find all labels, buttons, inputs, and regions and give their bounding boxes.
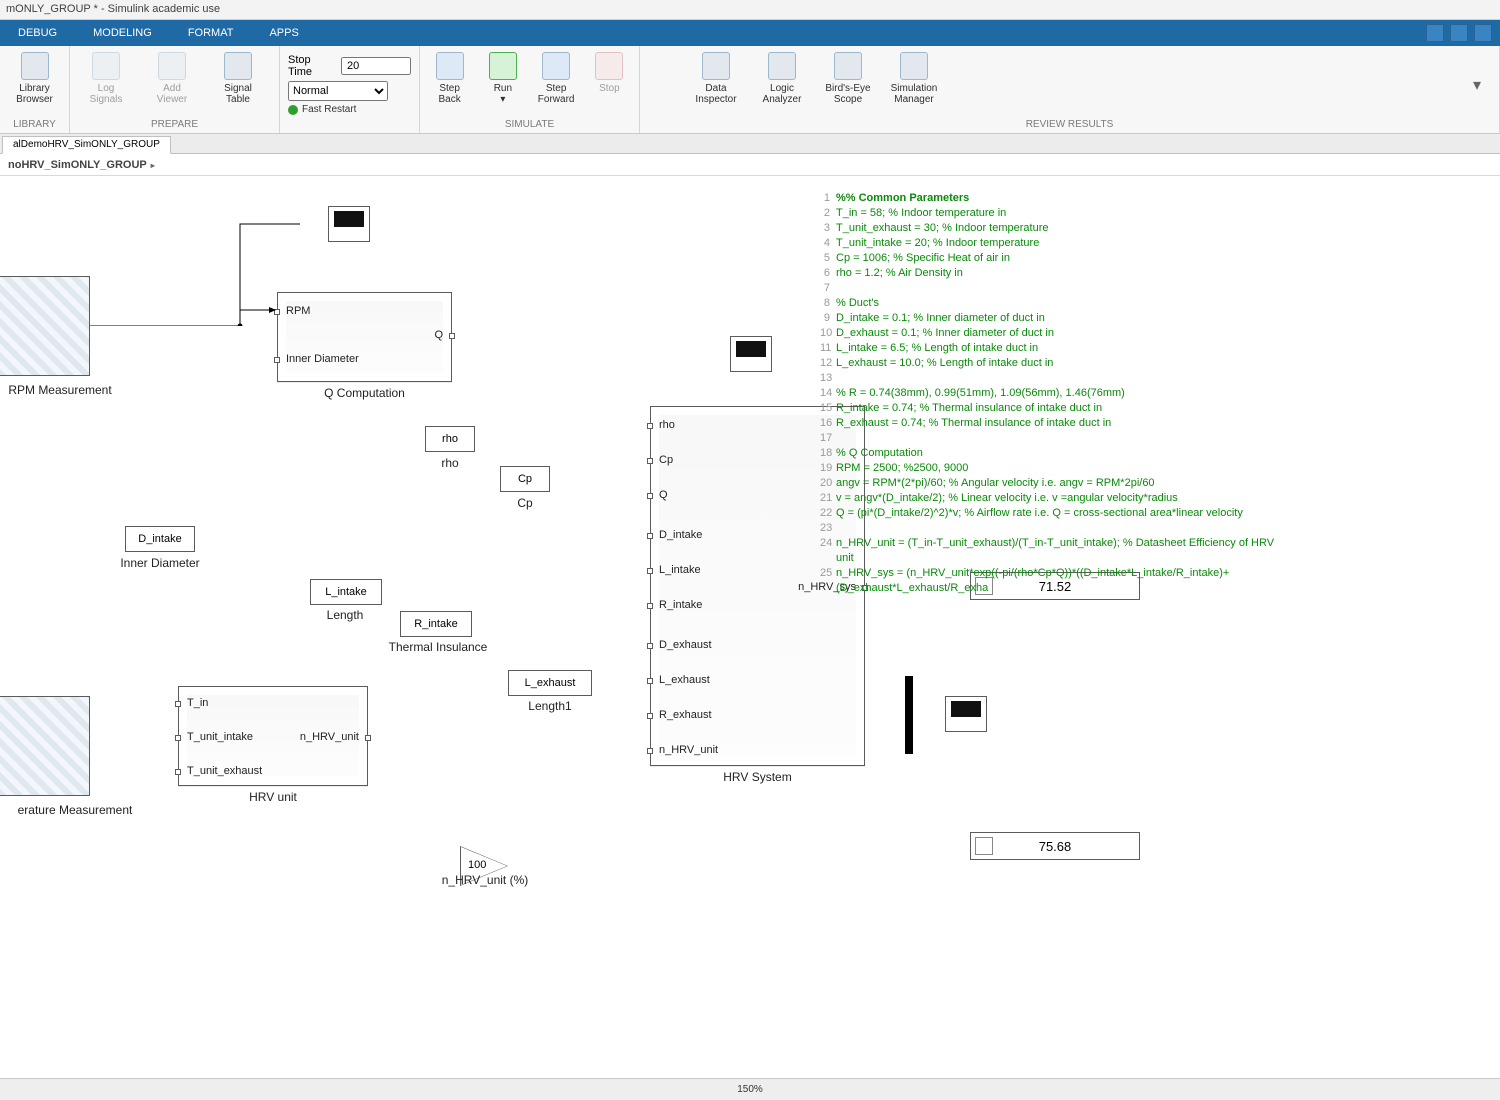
tab-modeling[interactable]: MODELING: [75, 21, 170, 45]
sim-mode-select[interactable]: Normal: [288, 81, 388, 101]
sim-manager-button[interactable]: Simulation Manager: [886, 50, 942, 119]
scope-rpm[interactable]: [328, 206, 370, 242]
add-viewer-button: Add Viewer: [144, 50, 200, 119]
caption-cp: Cp: [500, 496, 550, 510]
block-q-computation[interactable]: RPM Inner Diameter Q: [277, 292, 452, 382]
caption-inner-diameter: Inner Diameter: [105, 556, 215, 570]
fast-restart-toggle[interactable]: Fast Restart: [288, 104, 411, 115]
block-l-intake[interactable]: L_intake: [310, 579, 382, 605]
block-d-intake[interactable]: D_intake: [125, 526, 195, 552]
model-canvas[interactable]: RPM Measurement erature Measurement D_in…: [0, 176, 1500, 1078]
group-label-library: LIBRARY: [8, 119, 61, 131]
logic-analyzer-button[interactable]: Logic Analyzer: [754, 50, 810, 119]
signal-wires: [0, 176, 300, 326]
data-inspector-button[interactable]: Data Inspector: [688, 50, 744, 119]
signal-table-button[interactable]: Signal Table: [210, 50, 266, 119]
run-button[interactable]: Run▾: [481, 50, 524, 119]
caption-thermal-insulance: Thermal Insulance: [378, 640, 498, 654]
caption-hrv-system: HRV System: [650, 770, 865, 784]
library-browser-button[interactable]: LibraryBrowser: [8, 50, 61, 119]
caption-q-computation: Q Computation: [277, 386, 452, 400]
block-hrv-unit[interactable]: T_in T_unit_intake T_unit_exhaust n_HRV_…: [178, 686, 368, 786]
document-tabstrip: alDemoHRV_SimONLY_GROUP: [0, 134, 1500, 154]
document-tab[interactable]: alDemoHRV_SimONLY_GROUP: [2, 136, 171, 154]
temp-sensor-caption: erature Measurement: [0, 803, 155, 817]
stoptime-input[interactable]: [341, 57, 411, 75]
ribbon: LibraryBrowser LIBRARY Log Signals Add V…: [0, 46, 1500, 134]
window-title: mONLY_GROUP * - Simulink academic use: [0, 0, 1500, 20]
menu-bar: DEBUG MODELING FORMAT APPS: [0, 20, 1500, 46]
status-bar: 150%: [0, 1078, 1500, 1100]
step-forward-button[interactable]: Step Forward: [535, 50, 578, 119]
display-n-hrv-unit-pct[interactable]: 75.68: [970, 832, 1140, 860]
block-r-intake[interactable]: R_intake: [400, 611, 472, 637]
birds-eye-button[interactable]: Bird's-Eye Scope: [820, 50, 876, 119]
stoptime-label: Stop Time: [288, 54, 335, 78]
caption-length1: Length1: [508, 699, 592, 713]
undo-icon[interactable]: [1450, 24, 1468, 42]
temp-sensor-image[interactable]: [0, 696, 90, 796]
breadcrumb[interactable]: noHRV_SimONLY_GROUP: [0, 154, 1500, 176]
caption-hrv-unit: HRV unit: [178, 790, 368, 804]
ribbon-expander-icon[interactable]: ▾: [1473, 75, 1491, 95]
zoom-level[interactable]: 150%: [737, 1084, 763, 1095]
code-annotation[interactable]: 1%% Common Parameters2T_in = 58; % Indoo…: [820, 191, 1290, 596]
tab-apps[interactable]: APPS: [251, 21, 316, 45]
block-cp[interactable]: Cp: [500, 466, 550, 492]
group-label-prepare: PREPARE: [78, 119, 271, 131]
rpm-sensor-caption: RPM Measurement: [0, 383, 125, 397]
tab-format[interactable]: FORMAT: [170, 21, 252, 45]
save-icon[interactable]: [1426, 24, 1444, 42]
redo-icon[interactable]: [1474, 24, 1492, 42]
block-l-exhaust[interactable]: L_exhaust: [508, 670, 592, 696]
scope-q[interactable]: [730, 336, 772, 372]
step-back-button[interactable]: Step Back: [428, 50, 471, 119]
caption-rho: rho: [425, 456, 475, 470]
caption-length: Length: [300, 608, 390, 622]
group-label-simulate: SIMULATE: [428, 119, 631, 131]
stop-button: Stop: [588, 50, 631, 119]
block-mux[interactable]: [905, 676, 913, 754]
group-label-review: REVIEW RESULTS: [648, 119, 1491, 131]
block-rho[interactable]: rho: [425, 426, 475, 452]
tab-debug[interactable]: DEBUG: [0, 21, 75, 45]
log-signals-button: Log Signals: [78, 50, 134, 119]
caption-gain: n_HRV_unit (%): [420, 873, 550, 887]
scope-compare[interactable]: [945, 696, 987, 732]
